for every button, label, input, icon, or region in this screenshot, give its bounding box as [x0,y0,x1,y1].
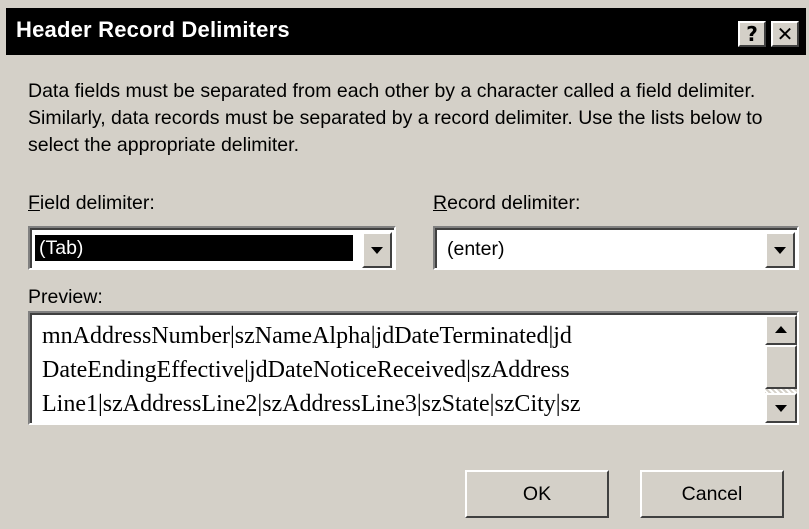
field-delimiter-label: Field delimiter: [28,192,155,215]
record-delimiter-value[interactable]: (enter) [443,236,508,262]
header-record-delimiters-dialog: Header Record Delimiters ? ✕ Data fields… [0,0,809,529]
scroll-thumb[interactable] [765,345,797,389]
scroll-down-button[interactable] [765,393,797,423]
dialog-title: Header Record Delimiters [16,17,290,42]
field-delimiter-select-inner: (Tab) [30,228,394,268]
chevron-up-icon [775,326,787,333]
chevron-down-icon [774,247,786,254]
preview-label: Preview: [28,286,103,308]
record-delimiter-select[interactable]: (enter) [433,226,799,270]
field-delimiter-label-text: ield delimiter: [39,192,155,214]
field-delimiter-label-accesskey: F [28,192,40,214]
preview-box[interactable]: mnAddressNumber|szNameAlpha|jdDateTermin… [28,311,799,425]
chevron-down-icon [371,247,383,254]
field-delimiter-select[interactable]: (Tab) [28,226,396,270]
preview-box-inner: mnAddressNumber|szNameAlpha|jdDateTermin… [30,313,797,423]
preview-line: mnAddressNumber|szNameAlpha|jdDateTermin… [42,323,572,349]
preview-scrollbar[interactable] [765,315,797,423]
field-delimiter-dropdown-button[interactable] [362,232,392,268]
close-button[interactable]: ✕ [771,21,799,47]
preview-text: mnAddressNumber|szNameAlpha|jdDateTermin… [42,319,764,421]
record-delimiter-label-accesskey: R [433,192,448,214]
record-delimiter-label-text: ecord delimiter: [447,192,581,214]
preview-line: Line1|szAddressLine2|szAddressLine3|szSt… [42,391,581,417]
preview-line: DateEndingEffective|jdDateNoticeReceived… [42,357,570,383]
description-text: Data fields must be separated from each … [28,80,763,156]
field-delimiter-value[interactable]: (Tab) [35,235,353,261]
cancel-button[interactable]: Cancel [640,470,784,518]
chevron-down-icon [775,405,787,412]
record-delimiter-select-inner: (enter) [435,228,797,268]
scroll-up-button[interactable] [765,315,797,345]
record-delimiter-label: Record delimiter: [433,192,580,215]
record-delimiter-dropdown-button[interactable] [765,232,795,268]
help-button[interactable]: ? [738,21,766,47]
title-bar: Header Record Delimiters ? ✕ [6,8,806,55]
ok-button[interactable]: OK [465,470,609,518]
